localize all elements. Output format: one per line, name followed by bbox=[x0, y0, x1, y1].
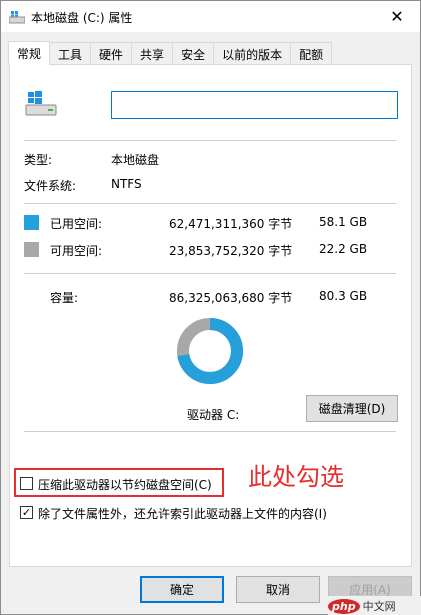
divider bbox=[24, 431, 396, 432]
free-space-label: 可用空间: bbox=[50, 244, 103, 258]
watermark: php 中文网 bbox=[328, 596, 421, 615]
close-button[interactable]: ✕ bbox=[374, 1, 420, 32]
checkmark-icon: ✓ bbox=[21, 506, 32, 519]
tab-quota[interactable]: 配额 bbox=[290, 42, 333, 65]
index-checkbox[interactable]: ✓ bbox=[20, 506, 33, 519]
annotation-highlight-box bbox=[14, 468, 224, 497]
filesystem-value: NTFS bbox=[111, 177, 142, 191]
divider bbox=[24, 203, 396, 204]
capacity-bytes: 86,325,063,680 字节 bbox=[169, 291, 293, 305]
annotation-text: 此处勾选 bbox=[248, 463, 344, 491]
used-space-swatch bbox=[24, 215, 39, 230]
capacity-size: 80.3 GB bbox=[319, 289, 368, 303]
close-icon: ✕ bbox=[390, 7, 404, 26]
used-space-size: 58.1 GB bbox=[319, 215, 368, 229]
tab-security[interactable]: 安全 bbox=[172, 42, 215, 65]
free-space-size: 22.2 GB bbox=[319, 242, 368, 256]
filesystem-label: 文件系统: bbox=[24, 179, 77, 193]
free-space-bytes: 23,853,752,320 字节 bbox=[169, 244, 293, 258]
tab-general[interactable]: 常规 bbox=[8, 41, 51, 65]
type-value: 本地磁盘 bbox=[111, 153, 160, 167]
watermark-badge: php bbox=[328, 598, 360, 614]
watermark-text: 中文网 bbox=[362, 600, 396, 613]
tab-tools[interactable]: 工具 bbox=[49, 42, 92, 65]
cancel-button[interactable]: 取消 bbox=[236, 576, 320, 603]
drive-large-icon bbox=[25, 91, 57, 116]
divider bbox=[24, 273, 396, 274]
tab-previous-versions[interactable]: 以前的版本 bbox=[213, 42, 292, 65]
tab-strip: 常规 工具 硬件 共享 安全 以前的版本 配额 bbox=[8, 41, 333, 65]
drive-name-input[interactable] bbox=[111, 91, 398, 119]
used-space-bytes: 62,471,311,360 字节 bbox=[169, 217, 293, 231]
type-label: 类型: bbox=[24, 153, 53, 167]
capacity-label: 容量: bbox=[50, 291, 79, 305]
free-space-swatch bbox=[24, 242, 39, 257]
window-title: 本地磁盘 (C:) 属性 bbox=[31, 11, 133, 25]
title-bar[interactable]: 本地磁盘 (C:) 属性 ✕ bbox=[1, 1, 420, 32]
drive-letter-label: 驱动器 C: bbox=[187, 408, 240, 422]
usage-donut-chart bbox=[177, 318, 243, 384]
tab-hardware[interactable]: 硬件 bbox=[90, 42, 133, 65]
index-checkbox-label[interactable]: 除了文件属性外，还允许索引此驱动器上文件的内容(I) bbox=[38, 505, 327, 522]
disk-cleanup-button[interactable]: 磁盘清理(D) bbox=[306, 395, 398, 422]
properties-window: 本地磁盘 (C:) 属性 ✕ 常规 工具 硬件 共享 安全 以前的版本 配额 类… bbox=[0, 0, 421, 615]
tab-sharing[interactable]: 共享 bbox=[131, 42, 174, 65]
drive-icon bbox=[9, 11, 25, 24]
used-space-label: 已用空间: bbox=[50, 217, 103, 231]
ok-button[interactable]: 确定 bbox=[140, 576, 224, 603]
divider bbox=[24, 140, 396, 141]
